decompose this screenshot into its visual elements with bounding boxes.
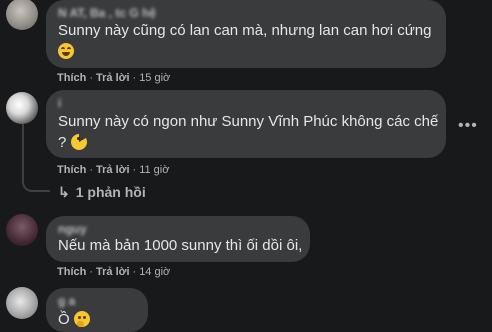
comment-bubble: N AT, Ba , tc G hệ Sunny này cũng có lan… (46, 0, 446, 68)
timestamp[interactable]: 15 giờ (139, 72, 170, 84)
comment-text: Sunny này cũng có lan can mà, nhưng lan … (58, 22, 432, 39)
avatar[interactable] (6, 214, 38, 246)
like-button[interactable]: Thích (57, 72, 86, 84)
comment-author[interactable]: nguy (58, 222, 87, 236)
reply-arrow-icon: ↳ (58, 184, 70, 200)
comment-bubble: g a Ồ (46, 288, 148, 332)
comment-bubble: i Sunny này có ngon như Sunny Vĩnh Phúc … (46, 90, 446, 158)
comment-text-line2: ? (58, 133, 87, 153)
comment-author[interactable]: g a (58, 294, 75, 308)
timestamp[interactable]: 11 giờ (139, 164, 169, 176)
comment-bubble: nguy Nếu mà bản 1000 sunny thì ối dồi ôi… (46, 216, 310, 262)
avatar[interactable] (6, 0, 38, 30)
view-replies-button[interactable]: ↳ 1 phản hồi (58, 184, 146, 201)
laughing-tears-emoji-icon (58, 43, 74, 59)
comment-author[interactable]: i (58, 96, 61, 110)
comment-author[interactable]: N AT, Ba , tc G hệ (58, 6, 156, 20)
pacman-emoji-icon (70, 134, 87, 150)
comment-text: Ồ (58, 310, 90, 330)
reply-button[interactable]: Trả lời (96, 72, 130, 84)
like-button[interactable]: Thích (57, 164, 86, 176)
more-options-icon[interactable]: ••• (458, 117, 478, 135)
thinking-face-emoji-icon (73, 311, 90, 327)
comment-text: Nếu mà bản 1000 sunny thì ối dồi ôi, (58, 237, 303, 254)
like-button[interactable]: Thích (57, 266, 86, 278)
comment-actions: Thích · Trả lời · 11 giờ (57, 164, 170, 176)
reply-button[interactable]: Trả lời (96, 164, 130, 176)
thread-connector-line (22, 124, 50, 192)
comment-actions: Thích · Trả lời · 14 giờ (57, 266, 171, 278)
comment-text-line2 (58, 42, 74, 62)
avatar[interactable] (6, 287, 38, 319)
reply-button[interactable]: Trả lời (96, 266, 130, 278)
comment-text: Sunny này có ngon như Sunny Vĩnh Phúc kh… (58, 113, 439, 130)
comment-actions: Thích · Trả lời · 15 giờ (57, 72, 171, 84)
avatar[interactable] (6, 92, 38, 124)
timestamp[interactable]: 14 giờ (139, 266, 170, 278)
